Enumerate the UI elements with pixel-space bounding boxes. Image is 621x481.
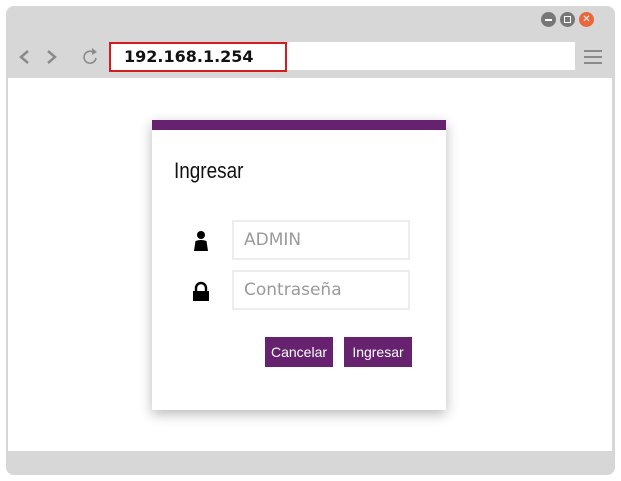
maximize-icon (564, 16, 571, 23)
browser-window: ✕ 192.168.1.254 Ingresar ADMIN Cancelar … (6, 6, 615, 475)
url-text: 192.168.1.254 (124, 47, 254, 66)
close-button[interactable]: ✕ (579, 12, 594, 27)
menu-icon-bar (584, 62, 602, 64)
password-field[interactable] (232, 270, 410, 310)
menu-button[interactable] (584, 50, 602, 64)
back-button[interactable] (14, 46, 34, 68)
forward-icon (47, 50, 57, 64)
forward-button[interactable] (42, 46, 62, 68)
username-field[interactable] (232, 220, 410, 260)
menu-icon-bar (584, 50, 602, 52)
menu-icon-bar (584, 56, 602, 58)
login-button[interactable]: Ingresar (344, 337, 412, 367)
reload-button[interactable] (81, 46, 101, 68)
status-bar (6, 451, 615, 475)
minimize-icon (545, 18, 552, 21)
cancel-button[interactable]: Cancelar (265, 337, 333, 367)
user-icon (194, 231, 208, 251)
reload-icon (83, 48, 97, 65)
login-title: Ingresar (174, 158, 244, 183)
close-icon: ✕ (582, 13, 591, 25)
maximize-button[interactable] (560, 12, 575, 27)
page-content: Ingresar Cancelar Ingresar (8, 78, 612, 451)
back-icon (19, 50, 29, 64)
navigation-bar: 192.168.1.254 (6, 36, 615, 78)
lock-icon (193, 281, 209, 301)
title-bar: ✕ (6, 6, 615, 36)
address-bar[interactable]: 192.168.1.254 (109, 42, 575, 72)
minimize-button[interactable] (541, 12, 556, 27)
login-card: Ingresar Cancelar Ingresar (152, 120, 446, 410)
